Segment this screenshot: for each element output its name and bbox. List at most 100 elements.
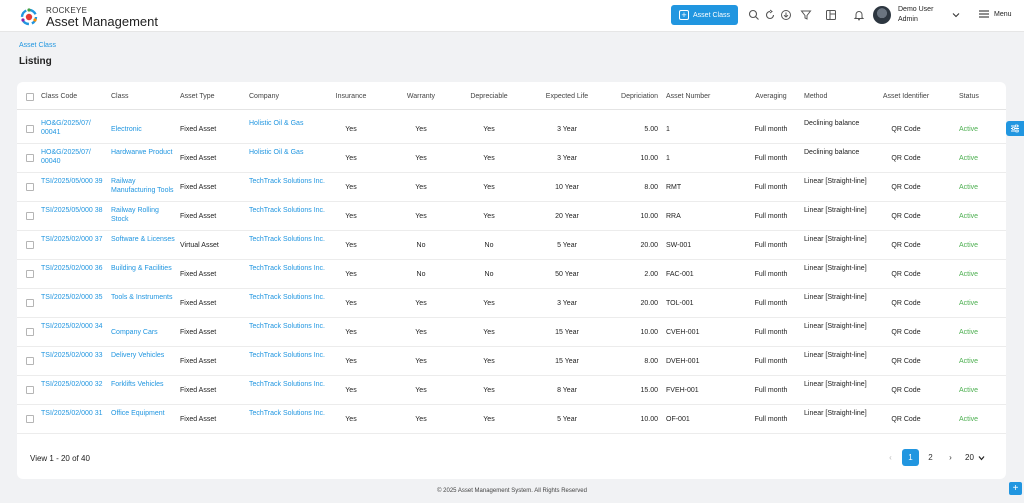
- filter-icon[interactable]: [800, 9, 812, 21]
- cell-class-code[interactable]: TSI/2025/02/000 31: [41, 409, 105, 418]
- cell-class-code[interactable]: TSI/2025/05/000 39: [41, 177, 105, 186]
- menu-button[interactable]: Menu: [978, 9, 1012, 19]
- row-checkbox[interactable]: [26, 299, 34, 307]
- prev-page-button[interactable]: ‹: [882, 449, 899, 466]
- bell-icon[interactable]: [853, 9, 865, 21]
- column-header-averaging[interactable]: Averaging: [746, 93, 796, 100]
- table-row[interactable]: TSI/2025/02/000 34 Company Cars Fixed Asse…: [17, 318, 1006, 347]
- cell-asset-identifier: QR Code: [891, 155, 921, 162]
- column-header-depreciable[interactable]: Depreciable: [465, 93, 513, 100]
- column-header-depriciation[interactable]: Depriciation: [614, 93, 658, 100]
- cell-class-code[interactable]: TSI/2025/02/000 37: [41, 235, 105, 244]
- download-icon[interactable]: [780, 9, 792, 21]
- column-header-insurance[interactable]: Insurance: [331, 93, 371, 100]
- cell-class[interactable]: Railway Rolling Stock: [111, 206, 177, 224]
- cell-method: Linear [Straight-line]: [804, 207, 867, 214]
- page-size-select[interactable]: 20: [962, 449, 992, 466]
- cell-class[interactable]: Building & Facilities: [111, 264, 177, 273]
- table-row[interactable]: TSI/2025/02/000 31 Office Equipment Fixed …: [17, 405, 1006, 434]
- cell-company[interactable]: TechTrack Solutions Inc.: [249, 177, 329, 186]
- cell-class[interactable]: Forklifts Vehicles: [111, 380, 177, 389]
- select-all-checkbox[interactable]: [26, 93, 34, 101]
- cell-averaging: Full month: [754, 126, 788, 133]
- cell-company[interactable]: TechTrack Solutions Inc.: [249, 235, 329, 244]
- cell-company[interactable]: TechTrack Solutions Inc.: [249, 264, 329, 273]
- row-checkbox[interactable]: [26, 415, 34, 423]
- column-header-warranty[interactable]: Warranty: [401, 93, 441, 100]
- column-header-expected-life[interactable]: Expected Life: [531, 93, 603, 100]
- table-row[interactable]: TSI/2025/05/000 38 Railway Rolling Stock F…: [17, 202, 1006, 231]
- cell-class-code[interactable]: TSI/2025/02/000 36: [41, 264, 105, 273]
- refresh-icon[interactable]: [764, 9, 776, 21]
- next-page-button[interactable]: ›: [942, 449, 959, 466]
- row-checkbox[interactable]: [26, 125, 34, 133]
- cell-class[interactable]: Company Cars: [111, 328, 177, 337]
- cell-class-code[interactable]: TSI/2025/02/000 33: [41, 351, 105, 360]
- column-header-company[interactable]: Company: [249, 93, 279, 100]
- breadcrumb[interactable]: Asset Class: [19, 42, 56, 49]
- cell-company[interactable]: TechTrack Solutions Inc.: [249, 380, 329, 389]
- column-header-status[interactable]: Status: [959, 93, 979, 100]
- row-checkbox[interactable]: [26, 183, 34, 191]
- row-checkbox[interactable]: [26, 241, 34, 249]
- cell-class-code[interactable]: TSI/2025/05/000 38: [41, 206, 105, 215]
- page-button-2[interactable]: 2: [922, 449, 939, 466]
- table-row[interactable]: HO&G/2025/07/ 00040 Hardwarwe Product Fixe…: [17, 144, 1006, 173]
- column-header-class[interactable]: Class: [111, 93, 129, 100]
- cell-class-code[interactable]: TSI/2025/02/000 35: [41, 293, 105, 302]
- table-row[interactable]: TSI/2025/02/000 35 Tools & Instruments Fix…: [17, 289, 1006, 318]
- column-header-asset-identifier[interactable]: Asset Identifier: [876, 93, 936, 100]
- side-filter-toggle[interactable]: [1006, 121, 1024, 136]
- table-row[interactable]: TSI/2025/02/000 33 Delivery Vehicles Fixed…: [17, 347, 1006, 376]
- cell-company[interactable]: TechTrack Solutions Inc.: [249, 351, 329, 360]
- table-row[interactable]: TSI/2025/02/000 37 Software & Licenses Vir…: [17, 231, 1006, 260]
- column-header-method[interactable]: Method: [804, 93, 827, 100]
- cell-class[interactable]: Tools & Instruments: [111, 293, 177, 302]
- cell-expected-life: 5 Year: [557, 416, 577, 423]
- cell-depreciable: Yes: [483, 184, 495, 191]
- cell-class-code[interactable]: HO&G/2025/07/ 00040: [41, 148, 105, 166]
- cell-method: Linear [Straight-line]: [804, 410, 867, 417]
- column-header-asset-type[interactable]: Asset Type: [180, 93, 215, 100]
- cell-depriciation: 10.00: [640, 213, 658, 220]
- search-icon[interactable]: [748, 9, 760, 21]
- cell-insurance: Yes: [345, 300, 357, 307]
- row-checkbox[interactable]: [26, 357, 34, 365]
- cell-asset-number: 1: [666, 126, 670, 133]
- cell-company[interactable]: Holistic Oil & Gas: [249, 119, 329, 128]
- cell-company[interactable]: TechTrack Solutions Inc.: [249, 293, 329, 302]
- table-row[interactable]: HO&G/2025/07/ 00041 Electronic Fixed Asset…: [17, 115, 1006, 144]
- cell-class-code[interactable]: TSI/2025/02/000 34: [41, 322, 105, 331]
- avatar[interactable]: [873, 6, 891, 24]
- cell-class[interactable]: Delivery Vehicles: [111, 351, 177, 360]
- row-checkbox[interactable]: [26, 386, 34, 394]
- cell-warranty: Yes: [415, 387, 427, 394]
- column-header-asset-number[interactable]: Asset Number: [666, 93, 710, 100]
- cell-class[interactable]: Office Equipment: [111, 409, 177, 418]
- table-row[interactable]: TSI/2025/02/000 36 Building & Facilities F…: [17, 260, 1006, 289]
- cell-class[interactable]: Railway Manufacturing Tools: [111, 177, 177, 195]
- columns-icon[interactable]: [825, 9, 837, 21]
- cell-company[interactable]: Holistic Oil & Gas: [249, 148, 329, 157]
- table-row[interactable]: TSI/2025/02/000 32 Forklifts Vehicles Fixe…: [17, 376, 1006, 405]
- table-row[interactable]: TSI/2025/05/000 39 Railway Manufacturing …: [17, 173, 1006, 202]
- view-count: View 1 - 20 of 40: [30, 454, 90, 463]
- cell-class-code[interactable]: HO&G/2025/07/ 00041: [41, 119, 105, 137]
- cell-company[interactable]: TechTrack Solutions Inc.: [249, 409, 329, 418]
- table-row[interactable]: TSI/2025/02/000Machinery andTechTrackLin…: [17, 434, 1006, 437]
- row-checkbox[interactable]: [26, 154, 34, 162]
- cell-class[interactable]: Software & Licenses: [111, 235, 177, 244]
- cell-class[interactable]: Hardwarwe Product: [111, 148, 177, 157]
- cell-company[interactable]: TechTrack Solutions Inc.: [249, 206, 329, 215]
- row-checkbox[interactable]: [26, 212, 34, 220]
- cell-class[interactable]: Electronic: [111, 125, 177, 134]
- page-button-1[interactable]: 1: [902, 449, 919, 466]
- add-asset-class-button[interactable]: + Asset Class: [671, 5, 738, 25]
- column-header-class-code[interactable]: Class Code: [41, 93, 77, 100]
- row-checkbox[interactable]: [26, 328, 34, 336]
- chevron-down-icon[interactable]: [950, 9, 962, 21]
- row-checkbox[interactable]: [26, 270, 34, 278]
- cell-company[interactable]: TechTrack Solutions Inc.: [249, 322, 329, 331]
- table-body[interactable]: HO&G/2025/07/ 00041 Electronic Fixed Asset…: [17, 115, 1006, 437]
- cell-class-code[interactable]: TSI/2025/02/000 32: [41, 380, 105, 389]
